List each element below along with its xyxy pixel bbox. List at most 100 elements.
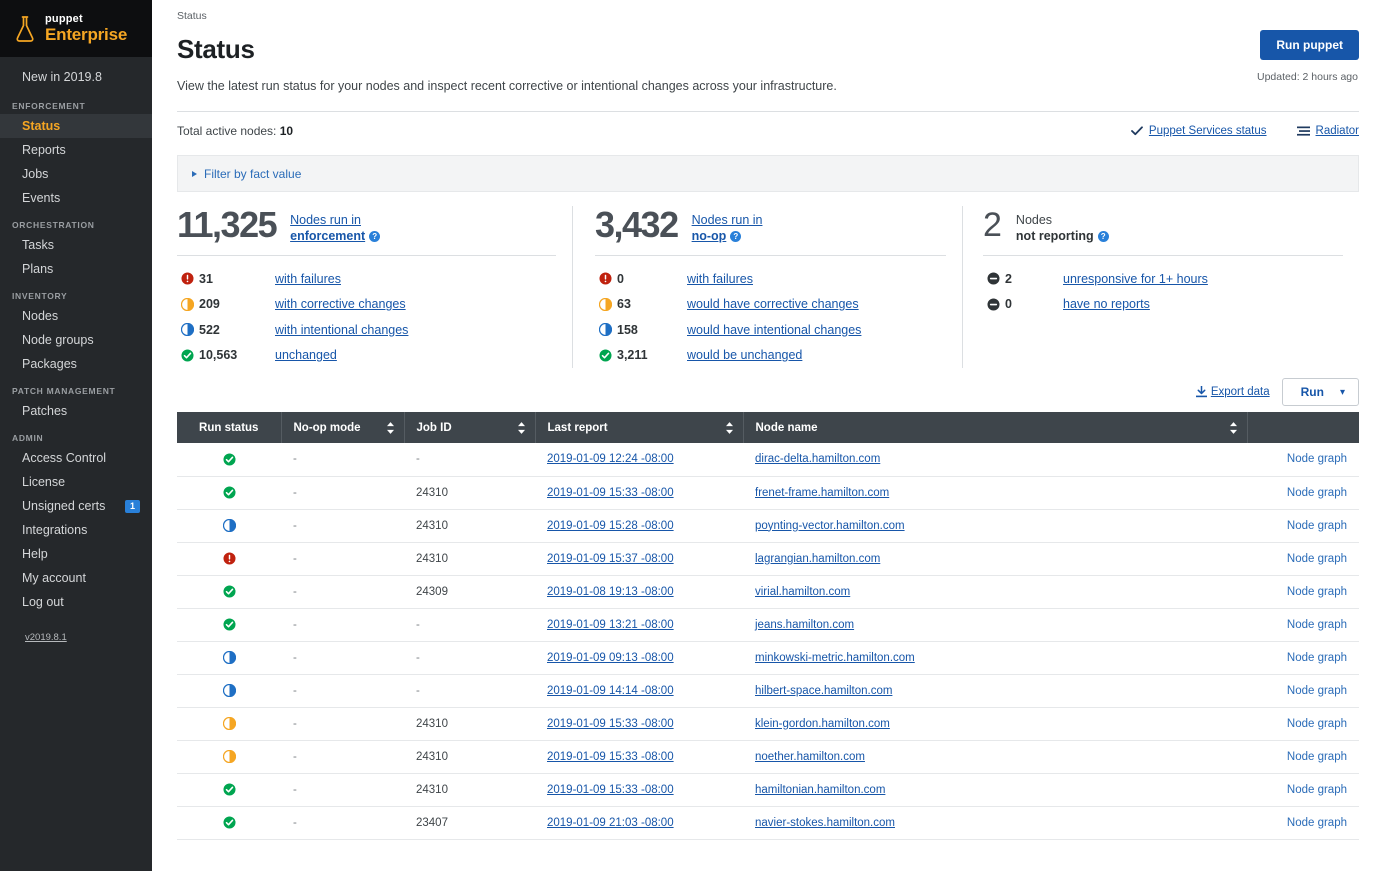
help-icon[interactable]: ? (1097, 231, 1109, 242)
sidebar-version-link[interactable]: v2019.8.1 (0, 632, 152, 643)
stat-row-link[interactable]: unchanged (275, 348, 337, 362)
cell-node-graph: Node graph (1247, 608, 1359, 642)
help-icon[interactable]: ? (369, 231, 381, 242)
last-report-link[interactable]: 2019-01-09 15:37 -08:00 (547, 553, 674, 565)
sort-icon[interactable] (1229, 421, 1238, 434)
stat-row-link[interactable]: with intentional changes (275, 323, 408, 337)
sidebar-item-license[interactable]: License (0, 470, 152, 494)
node-graph-link[interactable]: Node graph (1287, 652, 1347, 664)
stat-row-link[interactable]: would be unchanged (687, 348, 802, 362)
node-name-link[interactable]: virial.hamilton.com (755, 586, 850, 598)
sidebar-item-access-control[interactable]: Access Control (0, 446, 152, 470)
sidebar-item-nodes[interactable]: Nodes (0, 304, 152, 328)
last-report-link[interactable]: 2019-01-09 15:28 -08:00 (547, 520, 674, 532)
node-graph-link[interactable]: Node graph (1287, 553, 1347, 565)
export-data-button[interactable]: Export data (1195, 386, 1270, 398)
sidebar-item-new-in[interactable]: New in 2019.8 (0, 65, 152, 89)
cell-job-id: - (404, 674, 535, 708)
last-report-link[interactable]: 2019-01-08 19:13 -08:00 (547, 586, 674, 598)
corrective-icon (181, 297, 194, 311)
stat-row-link[interactable]: have no reports (1063, 297, 1150, 311)
node-name-link[interactable]: poynting-vector.hamilton.com (755, 520, 905, 532)
sort-icon[interactable] (386, 421, 395, 434)
node-name-link[interactable]: navier-stokes.hamilton.com (755, 817, 895, 829)
sidebar-item-help[interactable]: Help (0, 542, 152, 566)
sidebar-item-integrations[interactable]: Integrations (0, 518, 152, 542)
sidebar-item-tasks[interactable]: Tasks (0, 233, 152, 257)
subbar: Total active nodes: 10 Puppet Services s… (152, 112, 1379, 138)
node-graph-link[interactable]: Node graph (1287, 586, 1347, 598)
node-graph-link[interactable]: Node graph (1287, 453, 1347, 465)
stat-card-label-line1[interactable]: Nodes run in (290, 212, 380, 228)
last-report-link[interactable]: 2019-01-09 14:14 -08:00 (547, 685, 674, 697)
stat-row-link[interactable]: with failures (687, 272, 753, 286)
node-name-link[interactable]: dirac-delta.hamilton.com (755, 453, 880, 465)
table-header-actions (1247, 412, 1359, 443)
cell-run-status (177, 542, 281, 576)
sidebar-group-title: INVENTORY (12, 291, 68, 301)
last-report-link[interactable]: 2019-01-09 09:13 -08:00 (547, 652, 674, 664)
node-name-link[interactable]: hilbert-space.hamilton.com (755, 685, 892, 697)
table-header-node-name[interactable]: Node name (743, 412, 1248, 443)
sidebar-item-jobs[interactable]: Jobs (0, 162, 152, 186)
node-name-link[interactable]: jeans.hamilton.com (755, 619, 854, 631)
sidebar-item-my-account[interactable]: My account (0, 566, 152, 590)
run-puppet-button[interactable]: Run puppet (1260, 30, 1359, 60)
sidebar-item-node-groups[interactable]: Node groups (0, 328, 152, 352)
node-graph-link[interactable]: Node graph (1287, 784, 1347, 796)
help-icon[interactable]: ? (730, 231, 742, 242)
stat-row-link[interactable]: unresponsive for 1+ hours (1063, 272, 1208, 286)
node-name-link[interactable]: hamiltonian.hamilton.com (755, 784, 885, 796)
stat-row-link[interactable]: with failures (275, 272, 341, 286)
stat-row-link[interactable]: would have intentional changes (687, 323, 861, 337)
stat-row-link[interactable]: with corrective changes (275, 297, 406, 311)
table-header-job-id[interactable]: Job ID (404, 412, 536, 443)
sidebar-item-patches[interactable]: Patches (0, 399, 152, 423)
cell-last-report: 2019-01-09 21:03 -08:00 (535, 806, 743, 840)
radiator-link[interactable]: Radiator (1296, 125, 1359, 137)
table-header-no-op-mode[interactable]: No-op mode (281, 412, 405, 443)
sort-icon[interactable] (725, 421, 734, 434)
node-name-link[interactable]: minkowski-metric.hamilton.com (755, 652, 915, 664)
cell-node-name: hamiltonian.hamilton.com (743, 773, 1247, 807)
node-graph-link[interactable]: Node graph (1287, 751, 1347, 763)
sidebar-item-status[interactable]: Status (0, 114, 152, 138)
puppet-services-status-link[interactable]: Puppet Services status (1131, 125, 1267, 137)
sidebar-item-log-out[interactable]: Log out (0, 590, 152, 614)
table-header-last-report[interactable]: Last report (535, 412, 744, 443)
brand-logo[interactable]: puppet Enterprise (0, 0, 152, 57)
sort-icon[interactable] (517, 421, 526, 434)
sidebar-item-events[interactable]: Events (0, 186, 152, 210)
sidebar-item-reports[interactable]: Reports (0, 138, 152, 162)
sidebar-item-packages[interactable]: Packages (0, 352, 152, 376)
node-graph-link[interactable]: Node graph (1287, 619, 1347, 631)
last-report-link[interactable]: 2019-01-09 15:33 -08:00 (547, 784, 674, 796)
last-report-link[interactable]: 2019-01-09 13:21 -08:00 (547, 619, 674, 631)
stat-row: 3,211 would be unchanged (595, 343, 946, 369)
node-name-link[interactable]: noether.hamilton.com (755, 751, 865, 763)
node-name-link[interactable]: klein-gordon.hamilton.com (755, 718, 890, 730)
node-graph-link[interactable]: Node graph (1287, 487, 1347, 499)
node-graph-link[interactable]: Node graph (1287, 520, 1347, 532)
triangle-right-icon (192, 170, 197, 177)
filter-by-fact-value-toggle[interactable]: Filter by fact value (177, 155, 1359, 192)
stat-card-label-line2[interactable]: enforcement (290, 228, 365, 244)
last-report-link[interactable]: 2019-01-09 21:03 -08:00 (547, 817, 674, 829)
stat-card-label-line2[interactable]: no-op (692, 228, 727, 244)
sidebar-item-plans[interactable]: Plans (0, 257, 152, 281)
run-dropdown-button[interactable]: Run ▾ (1281, 378, 1359, 406)
node-graph-link[interactable]: Node graph (1287, 685, 1347, 697)
sidebar-item-unsigned-certs[interactable]: Unsigned certs 1 (0, 494, 152, 518)
last-report-link[interactable]: 2019-01-09 15:33 -08:00 (547, 751, 674, 763)
last-report-link[interactable]: 2019-01-09 15:33 -08:00 (547, 718, 674, 730)
node-name-link[interactable]: lagrangian.hamilton.com (755, 553, 880, 565)
node-graph-link[interactable]: Node graph (1287, 718, 1347, 730)
node-graph-link[interactable]: Node graph (1287, 817, 1347, 829)
last-report-link[interactable]: 2019-01-09 15:33 -08:00 (547, 487, 674, 499)
cell-node-graph: Node graph (1247, 443, 1359, 477)
stat-row-link[interactable]: would have corrective changes (687, 297, 859, 311)
cell-last-report: 2019-01-09 15:33 -08:00 (535, 476, 743, 510)
node-name-link[interactable]: frenet-frame.hamilton.com (755, 487, 889, 499)
stat-card-label-line1[interactable]: Nodes run in (692, 212, 763, 228)
last-report-link[interactable]: 2019-01-09 12:24 -08:00 (547, 453, 674, 465)
